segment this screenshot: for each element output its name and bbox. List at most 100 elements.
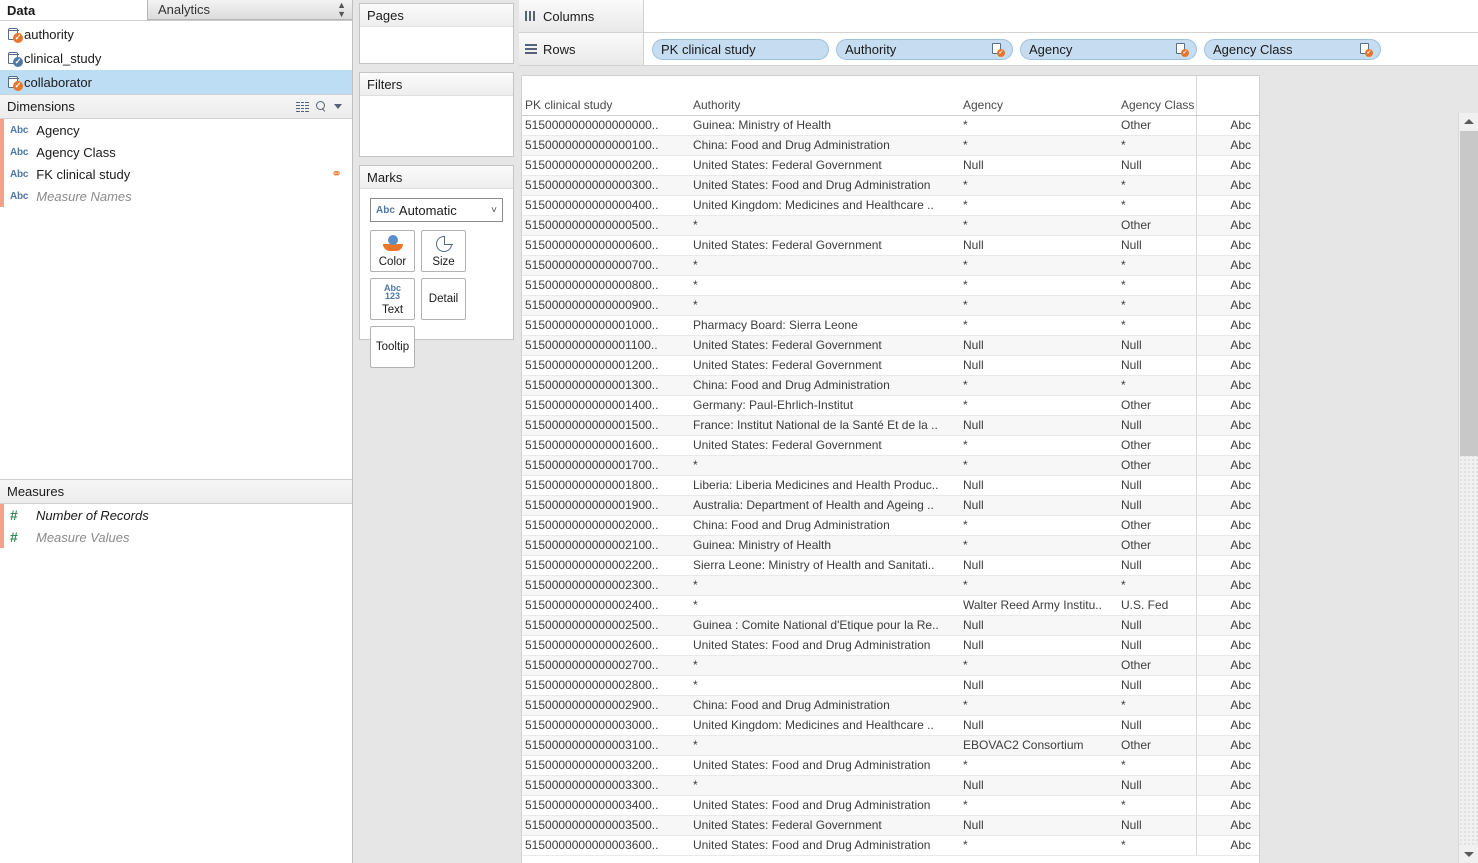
pill-authority[interactable]: Authority ✓ bbox=[836, 38, 1013, 60]
cell-agency-class[interactable]: Null bbox=[1118, 335, 1197, 356]
cell-authority[interactable]: Liberia: Liberia Medicines and Health Pr… bbox=[690, 475, 960, 496]
table-row[interactable]: 5150000000000002700.. * * Other Abc bbox=[522, 655, 1259, 676]
cell-measure[interactable]: Abc bbox=[1196, 575, 1259, 596]
cell-agency[interactable]: * bbox=[960, 395, 1118, 416]
cell-pk-clinical-study[interactable]: 5150000000000001900.. bbox=[522, 495, 690, 516]
cell-agency-class[interactable]: * bbox=[1118, 175, 1197, 196]
cell-agency-class[interactable]: * bbox=[1118, 255, 1197, 276]
cell-measure[interactable]: Abc bbox=[1196, 395, 1259, 416]
cell-agency-class[interactable]: Other bbox=[1118, 215, 1197, 236]
data-source-item-authority[interactable]: ✓ authority bbox=[0, 22, 352, 46]
cell-measure[interactable]: Abc bbox=[1196, 615, 1259, 636]
cell-authority[interactable]: Australia: Department of Health and Agei… bbox=[690, 495, 960, 516]
cell-authority[interactable]: * bbox=[690, 295, 960, 316]
chevron-down-icon[interactable] bbox=[334, 104, 342, 109]
cell-agency[interactable]: Null bbox=[960, 335, 1118, 356]
cell-authority[interactable]: Pharmacy Board: Sierra Leone bbox=[690, 315, 960, 336]
dimension-field-measure-names[interactable]: Abc Measure Names bbox=[0, 185, 352, 207]
scroll-down-button[interactable] bbox=[1459, 846, 1478, 863]
cell-pk-clinical-study[interactable]: 5150000000000002600.. bbox=[522, 635, 690, 656]
cell-agency-class[interactable]: U.S. Fed bbox=[1118, 595, 1197, 616]
cell-pk-clinical-study[interactable]: 5150000000000000200.. bbox=[522, 155, 690, 176]
cell-pk-clinical-study[interactable]: 5150000000000000700.. bbox=[522, 255, 690, 276]
cell-pk-clinical-study[interactable]: 5150000000000002400.. bbox=[522, 595, 690, 616]
cell-agency-class[interactable]: Other bbox=[1118, 735, 1197, 756]
cell-measure[interactable]: Abc bbox=[1196, 295, 1259, 316]
cell-measure[interactable]: Abc bbox=[1196, 115, 1259, 136]
scrollbar-thumb[interactable] bbox=[1460, 131, 1478, 456]
cell-authority[interactable]: France: Institut National de la Santé Et… bbox=[690, 415, 960, 436]
cell-measure[interactable]: Abc bbox=[1196, 755, 1259, 776]
pill-agency[interactable]: Agency ✓ bbox=[1020, 38, 1197, 60]
filters-card-dropzone[interactable] bbox=[360, 96, 513, 156]
marks-text-button[interactable]: Abc 123 Text bbox=[370, 278, 415, 320]
cell-authority[interactable]: * bbox=[690, 735, 960, 756]
cell-agency-class[interactable]: * bbox=[1118, 755, 1197, 776]
cell-measure[interactable]: Abc bbox=[1196, 455, 1259, 476]
cell-authority[interactable]: United States: Food and Drug Administrat… bbox=[690, 835, 960, 856]
cell-measure[interactable]: Abc bbox=[1196, 235, 1259, 256]
cell-agency-class[interactable]: Null bbox=[1118, 775, 1197, 796]
scroll-up-button[interactable] bbox=[1459, 113, 1478, 130]
cell-measure[interactable]: Abc bbox=[1196, 715, 1259, 736]
measure-field-number-of-records[interactable]: # Number of Records bbox=[0, 504, 352, 526]
cell-authority[interactable]: Guinea: Ministry of Health bbox=[690, 115, 960, 136]
cell-agency[interactable]: * bbox=[960, 195, 1118, 216]
cell-agency[interactable]: Null bbox=[960, 495, 1118, 516]
cell-authority[interactable]: United States: Federal Government bbox=[690, 235, 960, 256]
column-header-agency-class[interactable]: Agency Class bbox=[1118, 76, 1197, 116]
chevron-down-icon[interactable]: ˅ bbox=[491, 205, 497, 216]
cell-pk-clinical-study[interactable]: 5150000000000002300.. bbox=[522, 575, 690, 596]
cell-agency-class[interactable]: * bbox=[1118, 135, 1197, 156]
table-row[interactable]: 5150000000000002600.. United States: Food… bbox=[522, 635, 1259, 656]
cell-agency[interactable]: * bbox=[960, 795, 1118, 816]
cell-agency[interactable]: Walter Reed Army Institu.. bbox=[960, 595, 1118, 616]
cell-agency[interactable]: * bbox=[960, 255, 1118, 276]
dimension-field-agency[interactable]: Abc Agency bbox=[0, 119, 352, 141]
table-row[interactable]: 5150000000000001500.. France: Institut Na… bbox=[522, 415, 1259, 436]
table-row[interactable]: 5150000000000001400.. Germany: Paul-Ehrli… bbox=[522, 395, 1259, 416]
cell-authority[interactable]: * bbox=[690, 255, 960, 276]
cell-agency[interactable]: * bbox=[960, 575, 1118, 596]
rows-shelf-dropzone[interactable]: PK clinical study Authority ✓ Agency ✓ A… bbox=[644, 33, 1478, 66]
cell-agency[interactable]: Null bbox=[960, 415, 1118, 436]
cell-authority[interactable]: Guinea: Ministry of Health bbox=[690, 535, 960, 556]
cell-authority[interactable]: China: Food and Drug Administration bbox=[690, 515, 960, 536]
cell-agency-class[interactable]: Null bbox=[1118, 675, 1197, 696]
cell-measure[interactable]: Abc bbox=[1196, 195, 1259, 216]
table-row[interactable]: 5150000000000001800.. Liberia: Liberia Me… bbox=[522, 475, 1259, 496]
cell-authority[interactable]: United States: Food and Drug Administrat… bbox=[690, 795, 960, 816]
column-header-agency[interactable]: Agency bbox=[960, 76, 1118, 116]
marks-tooltip-button[interactable]: Tooltip bbox=[370, 326, 415, 368]
cell-agency-class[interactable]: Null bbox=[1118, 475, 1197, 496]
cell-measure[interactable]: Abc bbox=[1196, 675, 1259, 696]
marks-size-button[interactable]: Size bbox=[421, 230, 466, 272]
cell-pk-clinical-study[interactable]: 5150000000000000600.. bbox=[522, 235, 690, 256]
cell-pk-clinical-study[interactable]: 5150000000000001600.. bbox=[522, 435, 690, 456]
cell-pk-clinical-study[interactable]: 5150000000000000100.. bbox=[522, 135, 690, 156]
cell-authority[interactable]: * bbox=[690, 675, 960, 696]
pages-card-dropzone[interactable] bbox=[360, 27, 513, 63]
cell-agency-class[interactable]: Null bbox=[1118, 615, 1197, 636]
cell-agency-class[interactable]: * bbox=[1118, 315, 1197, 336]
cell-agency[interactable]: * bbox=[960, 135, 1118, 156]
cell-measure[interactable]: Abc bbox=[1196, 555, 1259, 576]
table-row[interactable]: 5150000000000003200.. United States: Food… bbox=[522, 755, 1259, 776]
cell-agency[interactable]: * bbox=[960, 215, 1118, 236]
cell-authority[interactable]: Germany: Paul-Ehrlich-Institut bbox=[690, 395, 960, 416]
cell-pk-clinical-study[interactable]: 5150000000000003200.. bbox=[522, 755, 690, 776]
table-row[interactable]: 5150000000000001300.. China: Food and Dru… bbox=[522, 375, 1259, 396]
cell-agency-class[interactable]: * bbox=[1118, 835, 1197, 856]
table-row[interactable]: 5150000000000001100.. United States: Fede… bbox=[522, 335, 1259, 356]
cell-agency-class[interactable]: Null bbox=[1118, 635, 1197, 656]
cell-authority[interactable]: United States: Federal Government bbox=[690, 155, 960, 176]
pill-agency-class[interactable]: Agency Class ✓ bbox=[1204, 38, 1381, 60]
cell-authority[interactable]: United States: Federal Government bbox=[690, 435, 960, 456]
cell-pk-clinical-study[interactable]: 5150000000000002700.. bbox=[522, 655, 690, 676]
cell-authority[interactable]: China: Food and Drug Administration bbox=[690, 695, 960, 716]
cell-measure[interactable]: Abc bbox=[1196, 355, 1259, 376]
cell-agency[interactable]: * bbox=[960, 295, 1118, 316]
table-row[interactable]: 5150000000000000100.. China: Food and Dru… bbox=[522, 135, 1259, 156]
table-row[interactable]: 5150000000000003000.. United Kingdom: Med… bbox=[522, 715, 1259, 736]
cell-agency-class[interactable]: * bbox=[1118, 195, 1197, 216]
